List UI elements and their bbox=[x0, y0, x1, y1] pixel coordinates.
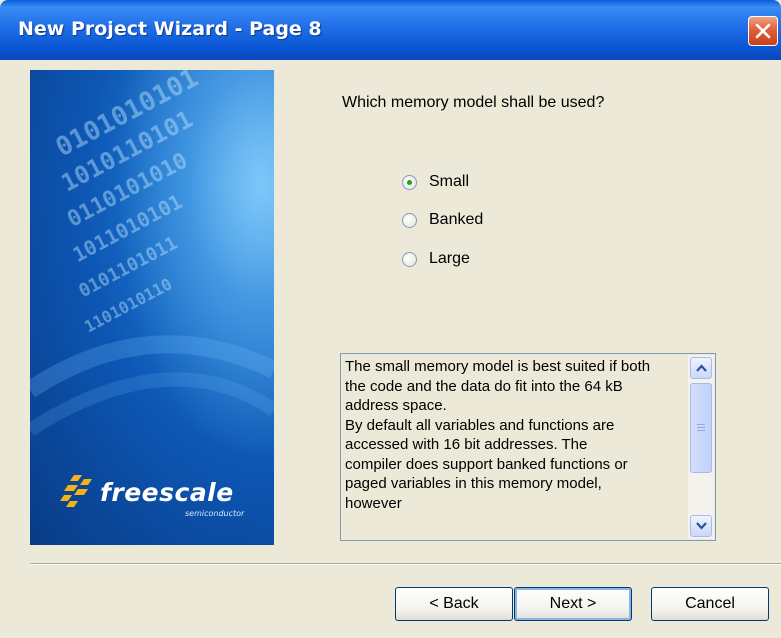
side-banner: 0101010101 1010110101 0110101010 1011010101… bbox=[30, 70, 274, 545]
scroll-down-button[interactable] bbox=[690, 515, 712, 537]
back-button[interactable]: < Back bbox=[395, 587, 513, 621]
logo-subtext: semiconductor bbox=[185, 509, 245, 518]
radio-label[interactable]: Large bbox=[429, 250, 470, 268]
chevron-down-icon bbox=[696, 522, 707, 530]
scroll-thumb[interactable] bbox=[690, 383, 712, 473]
description-text: The small memory model is best suited if… bbox=[345, 358, 651, 512]
radio-button-icon[interactable] bbox=[402, 252, 417, 267]
description-textbox[interactable]: The small memory model is best suited if… bbox=[340, 353, 716, 541]
scroll-up-button[interactable] bbox=[690, 357, 712, 379]
logo-text: freescale bbox=[100, 478, 234, 507]
radio-label[interactable]: Small bbox=[429, 173, 469, 191]
chevron-up-icon bbox=[696, 364, 707, 372]
vertical-scrollbar[interactable] bbox=[688, 355, 714, 539]
close-icon bbox=[755, 23, 771, 39]
window-title: New Project Wizard - Page 8 bbox=[18, 18, 322, 40]
cancel-button[interactable]: Cancel bbox=[651, 587, 769, 621]
memory-model-question: Which memory model shall be used? bbox=[342, 94, 605, 111]
title-bar[interactable]: New Project Wizard - Page 8 bbox=[0, 0, 781, 60]
radio-label[interactable]: Banked bbox=[429, 211, 483, 229]
close-button[interactable] bbox=[748, 16, 778, 46]
separator-line bbox=[30, 563, 781, 565]
freescale-logo-icon bbox=[60, 475, 92, 507]
wizard-window: New Project Wizard - Page 8 0101010101 10… bbox=[0, 0, 781, 638]
radio-button-icon[interactable] bbox=[402, 213, 417, 228]
next-button[interactable]: Next > bbox=[514, 587, 632, 621]
grip-icon bbox=[697, 424, 705, 425]
freescale-logo: freescale semiconductor bbox=[60, 465, 270, 525]
radio-button-icon[interactable] bbox=[402, 175, 417, 190]
wizard-body: 0101010101 1010110101 0110101010 1011010101… bbox=[0, 60, 781, 638]
